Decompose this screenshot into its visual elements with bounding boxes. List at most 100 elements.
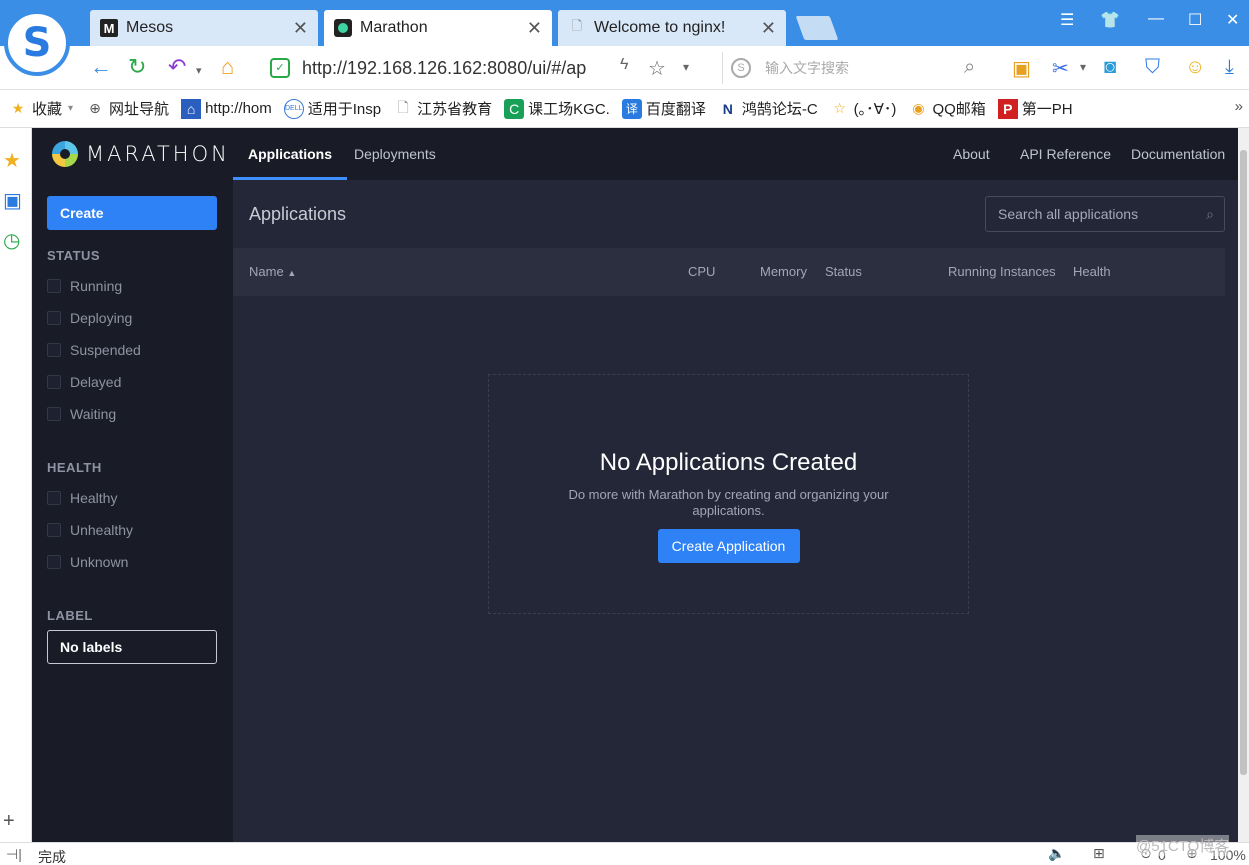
extension-icon[interactable]: ▣ (1012, 56, 1031, 81)
search-icon[interactable]: ⌕ (964, 56, 975, 79)
collapse-sidebar-icon[interactable]: ⊣| (6, 846, 22, 863)
nav-api-reference[interactable]: API Reference (1020, 128, 1111, 180)
new-tab-button[interactable] (795, 16, 839, 40)
filter-healthy[interactable]: Healthy (47, 490, 117, 506)
tab-marathon[interactable]: Marathon ✕ (324, 10, 552, 46)
filter-deploying[interactable]: Deploying (47, 310, 132, 326)
bookmark-star-icon[interactable]: ☆ (648, 56, 666, 81)
bookmark-favorites[interactable]: ★ 收藏 ▾ (8, 98, 73, 119)
favorites-star-icon[interactable]: ★ (3, 148, 21, 173)
bookmark-label: QQ邮箱 (932, 101, 986, 118)
bookmark-ph[interactable]: P 第一PH (997, 98, 1073, 119)
bookmark-face[interactable]: ☆ (｡･∀･) (830, 98, 897, 119)
sogou-browser-logo[interactable]: S (4, 10, 70, 76)
sound-icon[interactable]: 🔈 (1048, 845, 1065, 862)
minimize-icon[interactable]: — (1148, 10, 1164, 28)
emoji-icon[interactable]: ☺ (1185, 56, 1205, 79)
scrollbar[interactable] (1238, 128, 1249, 842)
tab-nginx[interactable]: 🗋 Welcome to nginx! ✕ (558, 10, 786, 46)
checkbox[interactable] (47, 343, 61, 357)
undo-icon[interactable]: ↶ (168, 54, 186, 80)
bookmark-label: 江苏省教育 (417, 101, 493, 118)
checkbox[interactable] (47, 523, 61, 537)
status-text: 完成 (38, 849, 66, 865)
refresh-icon[interactable]: ↻ (128, 54, 146, 80)
nav-documentation[interactable]: Documentation (1131, 128, 1225, 180)
column-memory[interactable]: Memory (760, 264, 807, 279)
close-icon[interactable]: ✕ (761, 18, 776, 39)
skin-icon[interactable]: 👕 (1100, 10, 1120, 30)
bookmark-dell[interactable]: DELL 适用于Insp (283, 98, 382, 119)
checkbox[interactable] (47, 279, 61, 293)
create-application-button[interactable]: Create Application (657, 529, 800, 563)
star-icon: ★ (11, 100, 25, 116)
scrollbar-thumb[interactable] (1240, 150, 1247, 775)
checkbox[interactable] (47, 555, 61, 569)
translate-tool-icon[interactable]: ◙ (1104, 56, 1116, 79)
chevron-down-icon[interactable]: ▾ (683, 60, 689, 74)
checkbox[interactable] (47, 311, 61, 325)
home-icon[interactable]: ⌂ (221, 54, 234, 80)
bookmark-qqmail[interactable]: ◉ QQ邮箱 (908, 98, 985, 119)
filter-delayed[interactable]: Delayed (47, 374, 121, 390)
search-input[interactable]: Search all applications ⌕ (985, 196, 1225, 232)
history-clock-icon[interactable]: ◷ (3, 228, 20, 253)
filter-suspended[interactable]: Suspended (47, 342, 141, 358)
menu-icon[interactable]: ☰ (1060, 10, 1074, 30)
scissors-icon[interactable]: ✂ (1052, 56, 1069, 81)
add-icon[interactable]: + (3, 810, 15, 833)
column-name[interactable]: Name ▲ (249, 264, 296, 279)
filter-unhealthy[interactable]: Unhealthy (47, 522, 133, 538)
checkbox[interactable] (47, 407, 61, 421)
search-box[interactable]: S 输入文字搜索 (722, 52, 992, 84)
window-close-icon[interactable]: ✕ (1226, 10, 1239, 30)
filter-unknown[interactable]: Unknown (47, 554, 128, 570)
labels-dropdown[interactable]: No labels (47, 630, 217, 664)
watermark: @51CTO博客 (1136, 835, 1230, 856)
filter-label: Running (70, 278, 123, 294)
bookmark-label: 收藏 (32, 101, 63, 118)
chevron-down-icon[interactable]: ▾ (1080, 60, 1086, 74)
bookmark-home[interactable]: ⌂ http://hom (181, 98, 272, 119)
download-icon[interactable]: ⤓ (1225, 56, 1234, 79)
grid-icon[interactable]: ⊞ (1093, 845, 1105, 862)
marathon-logo-icon (52, 141, 78, 167)
bookmark-label: (｡･∀･) (853, 101, 897, 118)
close-icon[interactable]: ✕ (527, 18, 542, 39)
tab-mesos[interactable]: M Mesos ✕ (90, 10, 318, 46)
marathon-brand[interactable]: MARATHON (52, 141, 230, 167)
chevron-down-icon[interactable]: ▾ (196, 58, 202, 84)
column-status[interactable]: Status (825, 264, 862, 279)
filter-label: Waiting (70, 406, 117, 422)
url-field[interactable]: ✓ http://192.168.126.162:8080/ui/#/ap (262, 52, 702, 84)
bookmark-jiangsu[interactable]: 🗋 江苏省教育 (393, 98, 492, 119)
lightning-icon[interactable]: ϟ (620, 56, 628, 74)
nav-applications[interactable]: Applications (233, 128, 348, 180)
close-icon[interactable]: ✕ (293, 18, 308, 39)
bookmark-label: 第一PH (1021, 101, 1073, 118)
create-button[interactable]: Create (47, 196, 217, 230)
nav-deployments[interactable]: Deployments (354, 128, 436, 180)
bookmark-nav[interactable]: ⊕ 网址导航 (85, 98, 169, 119)
maximize-icon[interactable]: ☐ (1188, 10, 1202, 30)
more-bookmarks-icon[interactable]: » (1235, 98, 1243, 115)
column-cpu[interactable]: CPU (688, 264, 715, 279)
bookmark-label: 百度翻译 (645, 101, 706, 118)
filter-waiting[interactable]: Waiting (47, 406, 116, 422)
column-running-instances[interactable]: Running Instances (948, 264, 1056, 279)
screen-icon[interactable]: ▣ (3, 188, 22, 213)
bookmark-honghu[interactable]: N 鸿鹄论坛-C (718, 98, 818, 119)
home-icon: ⌂ (181, 98, 202, 119)
shield-icon[interactable]: ⛉ (1145, 56, 1160, 79)
checkbox[interactable] (47, 375, 61, 389)
nav-about[interactable]: About (953, 128, 990, 180)
filter-running[interactable]: Running (47, 278, 122, 294)
back-icon[interactable]: ← (90, 54, 112, 80)
column-health[interactable]: Health (1073, 264, 1111, 279)
column-label: Name (249, 264, 284, 279)
bookmark-label: 适用于Insp (307, 101, 382, 118)
url-text: http://192.168.126.162:8080/ui/#/ap (302, 57, 587, 78)
bookmark-baidu-translate[interactable]: 译百度翻译 (621, 98, 706, 119)
bookmark-kgc[interactable]: C 课工场KGC. (504, 98, 610, 119)
checkbox[interactable] (47, 491, 61, 505)
